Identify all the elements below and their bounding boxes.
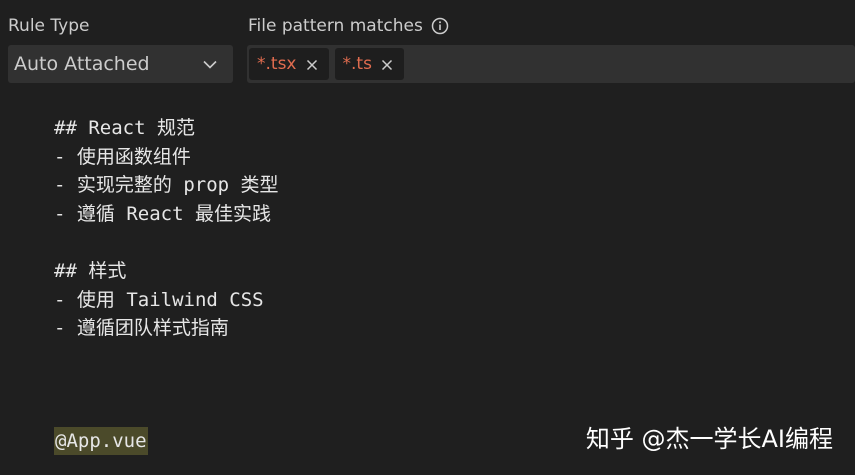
rule-type-value: Auto Attached [14,53,150,75]
close-icon[interactable] [380,57,394,71]
file-pattern-input[interactable]: *.tsx *.ts [247,45,855,83]
file-pattern-label-group: File pattern matches [248,16,449,36]
info-icon[interactable] [431,17,449,35]
pattern-chip-label: *.ts [342,54,372,74]
editor-line: ## React 规范 [54,117,195,139]
watermark: 知乎 @杰一学长AI编程 [585,425,833,453]
editor-line: - 遵循团队样式指南 [54,317,229,340]
editor-line: - 使用函数组件 [54,145,191,168]
rule-type-label: Rule Type [8,16,90,36]
close-icon[interactable] [305,57,319,71]
pattern-chip[interactable]: *.tsx [249,48,329,80]
pattern-chip-label: *.tsx [257,54,297,74]
file-mention[interactable]: @App.vue [54,427,148,455]
editor-line: ## 样式 [54,259,127,282]
editor-line: - 使用 Tailwind CSS [54,288,264,311]
editor-line: - 遵循 React 最佳实践 [54,202,271,225]
rule-type-select[interactable]: Auto Attached [8,45,233,83]
editor-line: - 实现完整的 prop 类型 [54,174,279,197]
rule-editor[interactable]: ## React 规范 - 使用函数组件 - 实现完整的 prop 类型 - 遵… [54,114,279,343]
chevron-down-icon [201,55,219,73]
file-pattern-label: File pattern matches [248,16,423,36]
pattern-chip[interactable]: *.ts [334,48,404,80]
